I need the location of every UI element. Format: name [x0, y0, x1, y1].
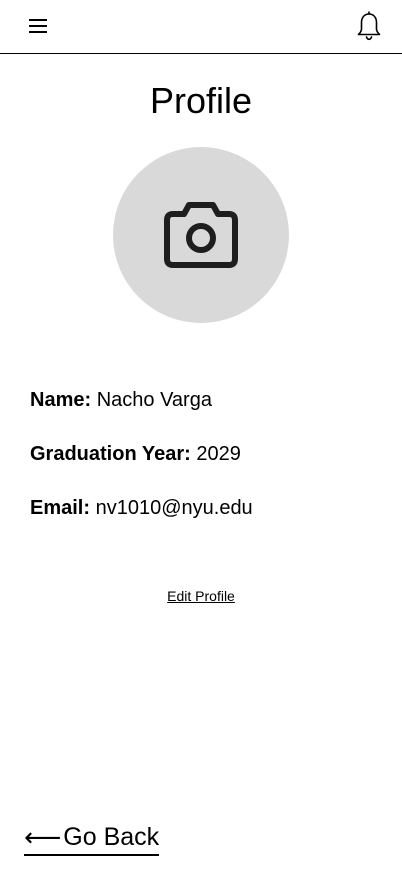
- profile-page: Profile Name: Nacho Varga Graduation Yea…: [0, 0, 402, 874]
- graduation-year-label: Graduation Year:: [30, 443, 191, 465]
- go-back-link[interactable]: ⟵ Go Back: [24, 820, 160, 856]
- graduation-year-value: 2029: [196, 443, 241, 465]
- name-label: Name:: [30, 389, 92, 411]
- avatar[interactable]: [113, 147, 289, 323]
- hamburger-menu-icon[interactable]: [26, 14, 50, 38]
- arrow-left-icon: ⟵: [24, 822, 62, 852]
- camera-icon: [164, 202, 238, 268]
- page-title: Profile: [149, 80, 253, 121]
- email-value: nv1010@nyu.edu: [95, 497, 253, 519]
- email-field: Email: nv1010@nyu.edu: [30, 494, 253, 522]
- email-label: Email:: [30, 497, 91, 519]
- bell-icon[interactable]: [355, 10, 383, 42]
- top-bar: [0, 0, 402, 54]
- edit-profile-container: Edit Profile: [0, 586, 402, 606]
- graduation-year-field: Graduation Year: 2029: [30, 440, 241, 468]
- go-back-label: Go Back: [63, 823, 160, 851]
- edit-profile-link[interactable]: Edit Profile: [167, 588, 235, 604]
- name-field: Name: Nacho Varga: [30, 386, 212, 414]
- name-value: Nacho Varga: [96, 389, 212, 411]
